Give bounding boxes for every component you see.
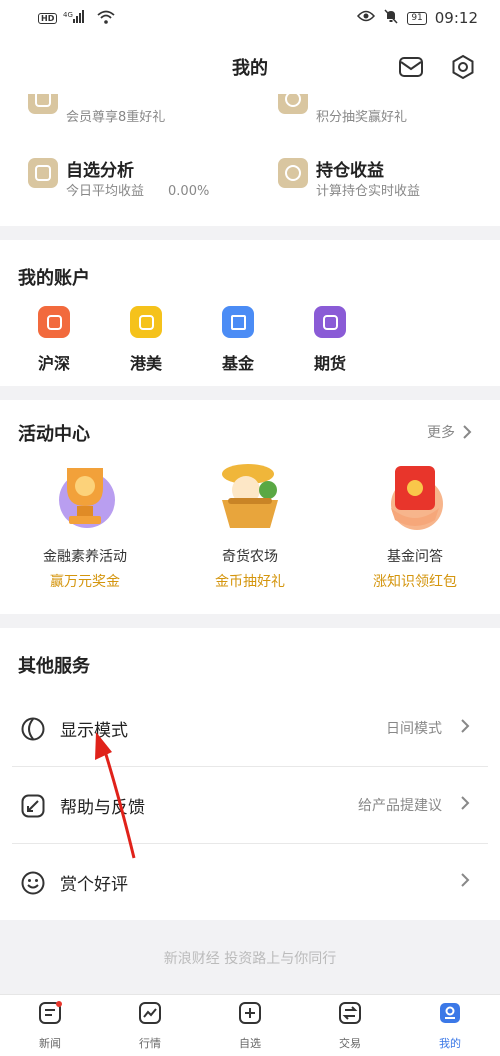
rate-app-row[interactable]: 赏个好评: [0, 844, 500, 920]
hd-indicator: HD: [38, 12, 58, 24]
section-title: 我的账户: [18, 268, 90, 289]
activity-finance-literacy[interactable]: 金融素养活动 赢万元奖金: [10, 458, 160, 591]
news-icon: [39, 1001, 62, 1024]
display-mode-row[interactable]: 显示模式 日间模式: [0, 690, 500, 766]
account-hkus[interactable]: 港美: [116, 306, 176, 374]
hkus-icon: [130, 306, 162, 338]
activity-name: 基金问答: [387, 549, 443, 565]
account-shsz[interactable]: 沪深: [24, 306, 84, 374]
activity-center-card: 活动中心 更多 金融素养活动 赢万元奖金 奇货农场 金币抽好礼 基金问答 涨知识…: [0, 400, 500, 614]
account-label: 基金: [221, 354, 254, 373]
other-services-card: 其他服务 显示模式 日间模式 帮助与反馈 给产品提建议 赏个好评: [0, 628, 500, 920]
display-mode-icon: [21, 717, 45, 741]
chevron-right-icon: [461, 719, 470, 733]
battery-indicator: 91: [407, 11, 427, 25]
feature-desc: 今日平均收益 0.00%: [66, 184, 210, 199]
chevron-right-icon: [461, 796, 470, 810]
account-label: 沪深: [37, 354, 70, 373]
smiley-icon: [21, 871, 45, 895]
shsz-icon: [38, 306, 70, 338]
tab-label: 自选: [239, 1037, 261, 1050]
account-label: 期货: [313, 354, 346, 373]
status-bar: HD 4G 91 09:12: [0, 0, 500, 36]
activity-name: 金融素养活动: [43, 549, 127, 565]
activity-fund-quiz[interactable]: 基金问答 涨知识领红包: [340, 458, 490, 591]
tab-market[interactable]: 行情: [120, 1001, 180, 1051]
activity-subtitle: 赢万元奖金: [50, 574, 120, 590]
feature-watchlist-analysis[interactable]: 自选分析 今日平均收益 0.00%: [28, 156, 258, 200]
profile-icon: [440, 1003, 460, 1023]
section-title: 活动中心: [18, 424, 90, 445]
tab-news[interactable]: 新闻: [20, 1001, 80, 1051]
signal-icon: 4G: [63, 9, 91, 27]
feature-holding-return[interactable]: 持仓收益 计算持仓实时收益: [278, 156, 500, 200]
feature-desc: 会员尊享8重好礼: [66, 110, 166, 125]
activity-farm[interactable]: 奇货农场 金币抽好礼: [175, 458, 325, 591]
tab-label: 行情: [139, 1037, 161, 1050]
activity-name: 奇货农场: [222, 549, 278, 565]
tab-trade[interactable]: 交易: [320, 1001, 380, 1051]
activity-subtitle: 金币抽好礼: [215, 574, 285, 590]
futures-icon: [314, 306, 346, 338]
svg-text:4G: 4G: [63, 11, 73, 19]
red-envelope-icon: [377, 458, 453, 534]
member-icon: [28, 94, 58, 114]
more-link[interactable]: 更多: [427, 422, 472, 442]
feature-title: 自选分析: [66, 161, 134, 181]
farm-basket-icon: [212, 458, 288, 534]
message-icon[interactable]: [398, 54, 424, 80]
my-accounts-card: 我的账户 沪深 港美 基金 期货: [0, 240, 500, 386]
exchange-icon: [339, 1002, 361, 1024]
row-label: 显示模式: [60, 721, 128, 741]
tab-label: 我的: [439, 1037, 461, 1050]
trophy-icon: [47, 458, 123, 534]
eye-icon: [357, 10, 376, 26]
member-features-card: 会员尊享8重好礼 积分抽奖赢好礼 自选分析 今日平均收益 0.00% 持仓收益 计…: [0, 94, 500, 226]
feature-title: 持仓收益: [316, 161, 384, 181]
plus-icon: [239, 1002, 261, 1024]
row-label: 赏个好评: [60, 875, 128, 895]
tab-label: 新闻: [39, 1037, 61, 1050]
points-icon: [278, 94, 308, 114]
tab-mine[interactable]: 我的: [420, 1001, 480, 1051]
feature-member[interactable]: 会员尊享8重好礼: [28, 94, 258, 126]
tab-label: 交易: [339, 1037, 361, 1050]
mute-bell-icon: [383, 8, 399, 28]
chart-line-icon: [139, 1002, 161, 1024]
section-title: 其他服务: [18, 656, 90, 677]
row-label: 帮助与反馈: [60, 798, 145, 818]
clock: 09:12: [434, 9, 478, 27]
tab-watchlist[interactable]: 自选: [220, 1001, 280, 1051]
holding-icon: [278, 158, 308, 188]
avg-return-value: 0.00%: [168, 184, 210, 199]
fund-icon: [222, 306, 254, 338]
wifi-icon: [97, 10, 115, 27]
chevron-right-icon: [463, 425, 472, 439]
help-feedback-row[interactable]: 帮助与反馈 给产品提建议: [0, 767, 500, 843]
activity-subtitle: 涨知识领红包: [373, 574, 457, 590]
row-value: 给产品提建议: [358, 798, 442, 814]
footer-slogan: 新浪财经 投资路上与你同行: [163, 951, 337, 967]
account-label: 港美: [129, 354, 162, 373]
chevron-right-icon: [461, 873, 470, 887]
feature-desc: 计算持仓实时收益: [316, 184, 421, 199]
feature-points[interactable]: 积分抽奖赢好礼: [278, 94, 500, 126]
page-header: 我的: [0, 36, 500, 94]
settings-icon[interactable]: [450, 54, 476, 80]
feature-desc: 积分抽奖赢好礼: [316, 110, 408, 125]
feedback-icon: [21, 794, 45, 818]
account-futures[interactable]: 期货: [300, 306, 360, 374]
row-value: 日间模式: [386, 721, 442, 737]
bottom-nav: 新闻 行情 自选 交易 我的: [0, 994, 500, 1056]
page-title: 我的: [232, 58, 268, 79]
more-label: 更多: [427, 425, 455, 441]
analysis-icon: [28, 158, 58, 188]
account-fund[interactable]: 基金: [208, 306, 268, 374]
